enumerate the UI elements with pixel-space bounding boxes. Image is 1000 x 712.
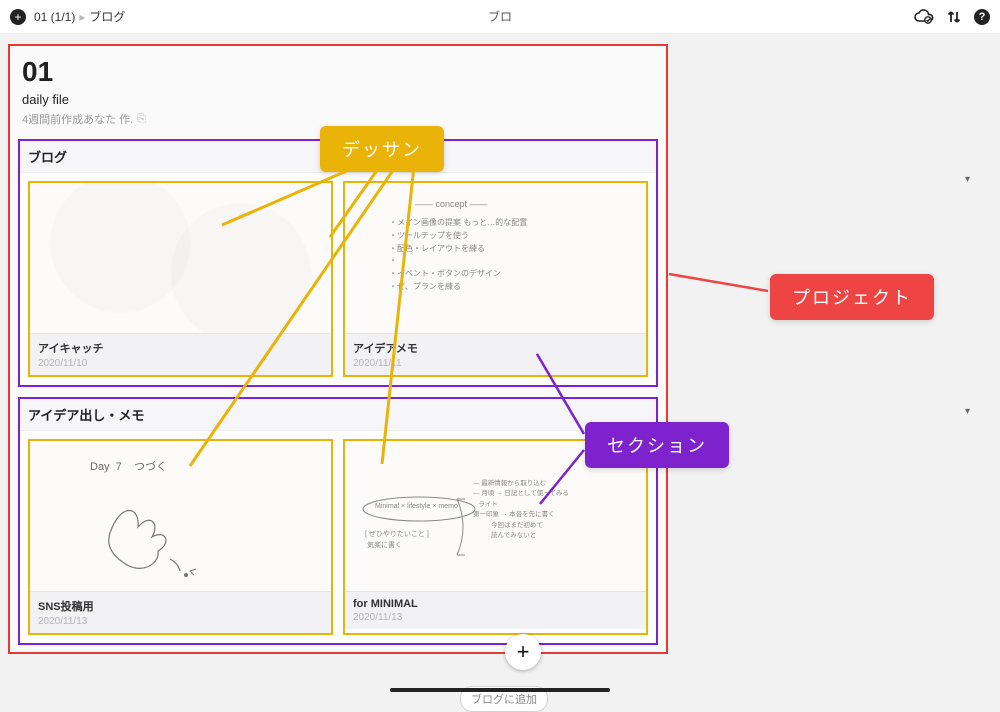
- breadcrumb-section[interactable]: ブログ: [89, 8, 125, 25]
- project-meta: 4週間前作成あなた 作. ⎘: [22, 111, 654, 127]
- card-canvas: —— concept —— ・メイン画像の提案 もっと…的な配置 ・ツールチップ…: [345, 183, 646, 333]
- card-date: 2020/11/10: [38, 358, 323, 369]
- sort-icon[interactable]: [946, 9, 962, 25]
- home-indicator: [390, 688, 610, 692]
- link-icon[interactable]: ⎘: [137, 113, 146, 126]
- card-name: アイキャッチ: [38, 340, 323, 356]
- card-aikyatchi[interactable]: アイキャッチ 2020/11/10: [28, 181, 333, 377]
- add-icon[interactable]: +: [10, 9, 26, 25]
- card-idea-memo[interactable]: —— concept —— ・メイン画像の提案 もっと…的な配置 ・ツールチップ…: [343, 181, 648, 377]
- section-blog: ブログ アイキャッチ 2020/11/10 —— concept —— ・メイン…: [18, 139, 658, 387]
- card-date: 2020/11/11: [353, 358, 638, 369]
- card-canvas: Minimal × lifestyle × memo [ ぜひやりたいこと ] …: [345, 441, 646, 591]
- sync-cloud-icon[interactable]: [914, 9, 934, 25]
- chevron-down-icon[interactable]: ▾: [965, 406, 970, 417]
- help-icon[interactable]: ?: [974, 9, 990, 25]
- card-canvas: [30, 183, 331, 333]
- card-sns[interactable]: Day 7 つづく SNS投稿用 2020/11/13: [28, 439, 333, 635]
- section-title[interactable]: ブログ: [20, 141, 656, 173]
- card-canvas: Day 7 つづく: [30, 441, 331, 591]
- add-fab-button[interactable]: +: [505, 634, 541, 670]
- sketch-bracket-icon: [455, 497, 485, 557]
- stage: 01 daily file 4週間前作成あなた 作. ⎘ ブログ アイキャッチ …: [0, 34, 1000, 698]
- annotation-project: プロジェクト: [770, 274, 934, 320]
- breadcrumb[interactable]: 01 (1/1) ▸ ブログ: [34, 8, 125, 25]
- card-for-minimal[interactable]: Minimal × lifestyle × memo [ ぜひやりたいこと ] …: [343, 439, 648, 635]
- chevron-down-icon[interactable]: ▾: [965, 174, 970, 185]
- card-name: SNS投稿用: [38, 598, 323, 614]
- breadcrumb-project[interactable]: 01 (1/1): [34, 10, 75, 24]
- project-subtitle: daily file: [22, 92, 654, 107]
- section-title[interactable]: アイデア出し・メモ: [20, 399, 656, 431]
- breadcrumb-separator: ▸: [79, 10, 85, 24]
- card-date: 2020/11/13: [38, 616, 323, 627]
- topbar: + 01 (1/1) ▸ ブログ ブロ ?: [0, 0, 1000, 34]
- card-name: アイデアメモ: [353, 340, 638, 356]
- sketch-hand-icon: [100, 493, 210, 583]
- section-idea-memo: アイデア出し・メモ Day 7 つづく SNS投稿用: [18, 397, 658, 645]
- card-date: 2020/11/13: [353, 612, 638, 623]
- project-box: 01 daily file 4週間前作成あなた 作. ⎘ ブログ アイキャッチ …: [8, 44, 668, 654]
- project-header: 01 daily file 4週間前作成あなた 作. ⎘: [10, 46, 666, 129]
- search-text[interactable]: ブロ: [488, 8, 512, 25]
- project-number: 01: [22, 56, 654, 88]
- card-name: for MINIMAL: [353, 598, 638, 610]
